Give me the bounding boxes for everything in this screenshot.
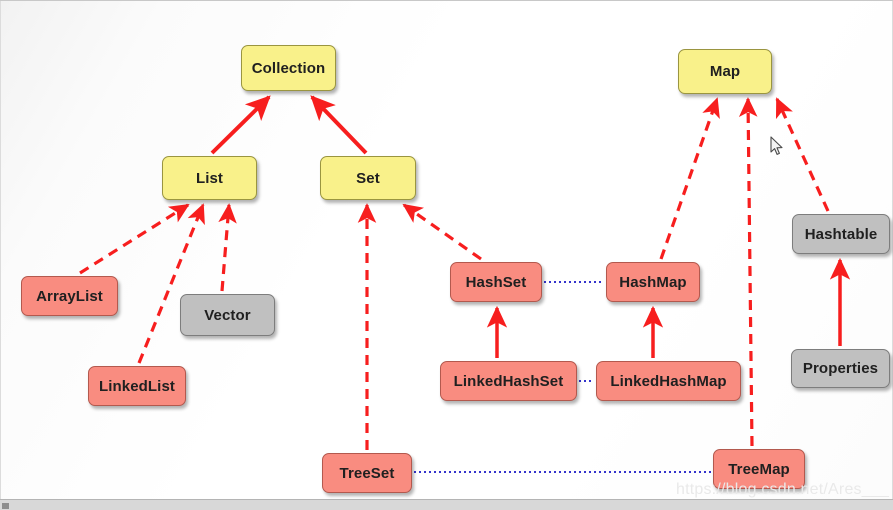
class-node-label: Collection <box>251 59 326 77</box>
class-node-vector[interactable]: Vector <box>180 294 275 336</box>
class-node-label: List <box>195 169 224 187</box>
bottom-bar-nub <box>2 503 9 509</box>
diagram-canvas: Collection Map List Set Hashtable ArrayList Ve… <box>0 0 893 510</box>
class-node-label: ArrayList <box>36 287 103 305</box>
class-node-arraylist[interactable]: ArrayList <box>21 276 118 316</box>
watermark: https://blog.csdn.net/Ares___ <box>676 481 890 498</box>
class-node-label: Set <box>356 169 380 187</box>
class-node-properties[interactable]: Properties <box>791 349 890 388</box>
class-node-treeset[interactable]: TreeSet <box>322 453 412 493</box>
class-node-label: TreeSet <box>339 464 395 482</box>
class-node-hashtable[interactable]: Hashtable <box>792 214 890 254</box>
class-node-set[interactable]: Set <box>320 156 416 200</box>
class-node-label: Map <box>709 63 741 80</box>
class-node-label: Vector <box>204 306 251 324</box>
class-node-label: TreeMap <box>728 460 790 478</box>
class-node-label: LinkedHashMap <box>610 372 727 390</box>
class-node-label: HashSet <box>465 273 527 291</box>
page-left-edge <box>0 1 1 499</box>
class-node-hashmap[interactable]: HashMap <box>606 262 700 302</box>
class-node-list[interactable]: List <box>162 156 257 200</box>
class-node-label: LinkedHashSet <box>453 372 564 390</box>
class-node-hashset[interactable]: HashSet <box>450 262 542 302</box>
class-node-map[interactable]: Map <box>678 49 772 94</box>
class-node-linkedhashset[interactable]: LinkedHashSet <box>440 361 577 401</box>
window-bottom-bar <box>0 499 893 510</box>
class-node-linkedhashmap[interactable]: LinkedHashMap <box>596 361 741 401</box>
class-node-label: HashMap <box>619 273 687 291</box>
class-node-linkedlist[interactable]: LinkedList <box>88 366 186 406</box>
class-node-label: LinkedList <box>98 377 175 395</box>
class-node-label: Hashtable <box>804 225 878 243</box>
class-node-label: Properties <box>802 360 879 377</box>
class-node-collection[interactable]: Collection <box>241 45 336 91</box>
